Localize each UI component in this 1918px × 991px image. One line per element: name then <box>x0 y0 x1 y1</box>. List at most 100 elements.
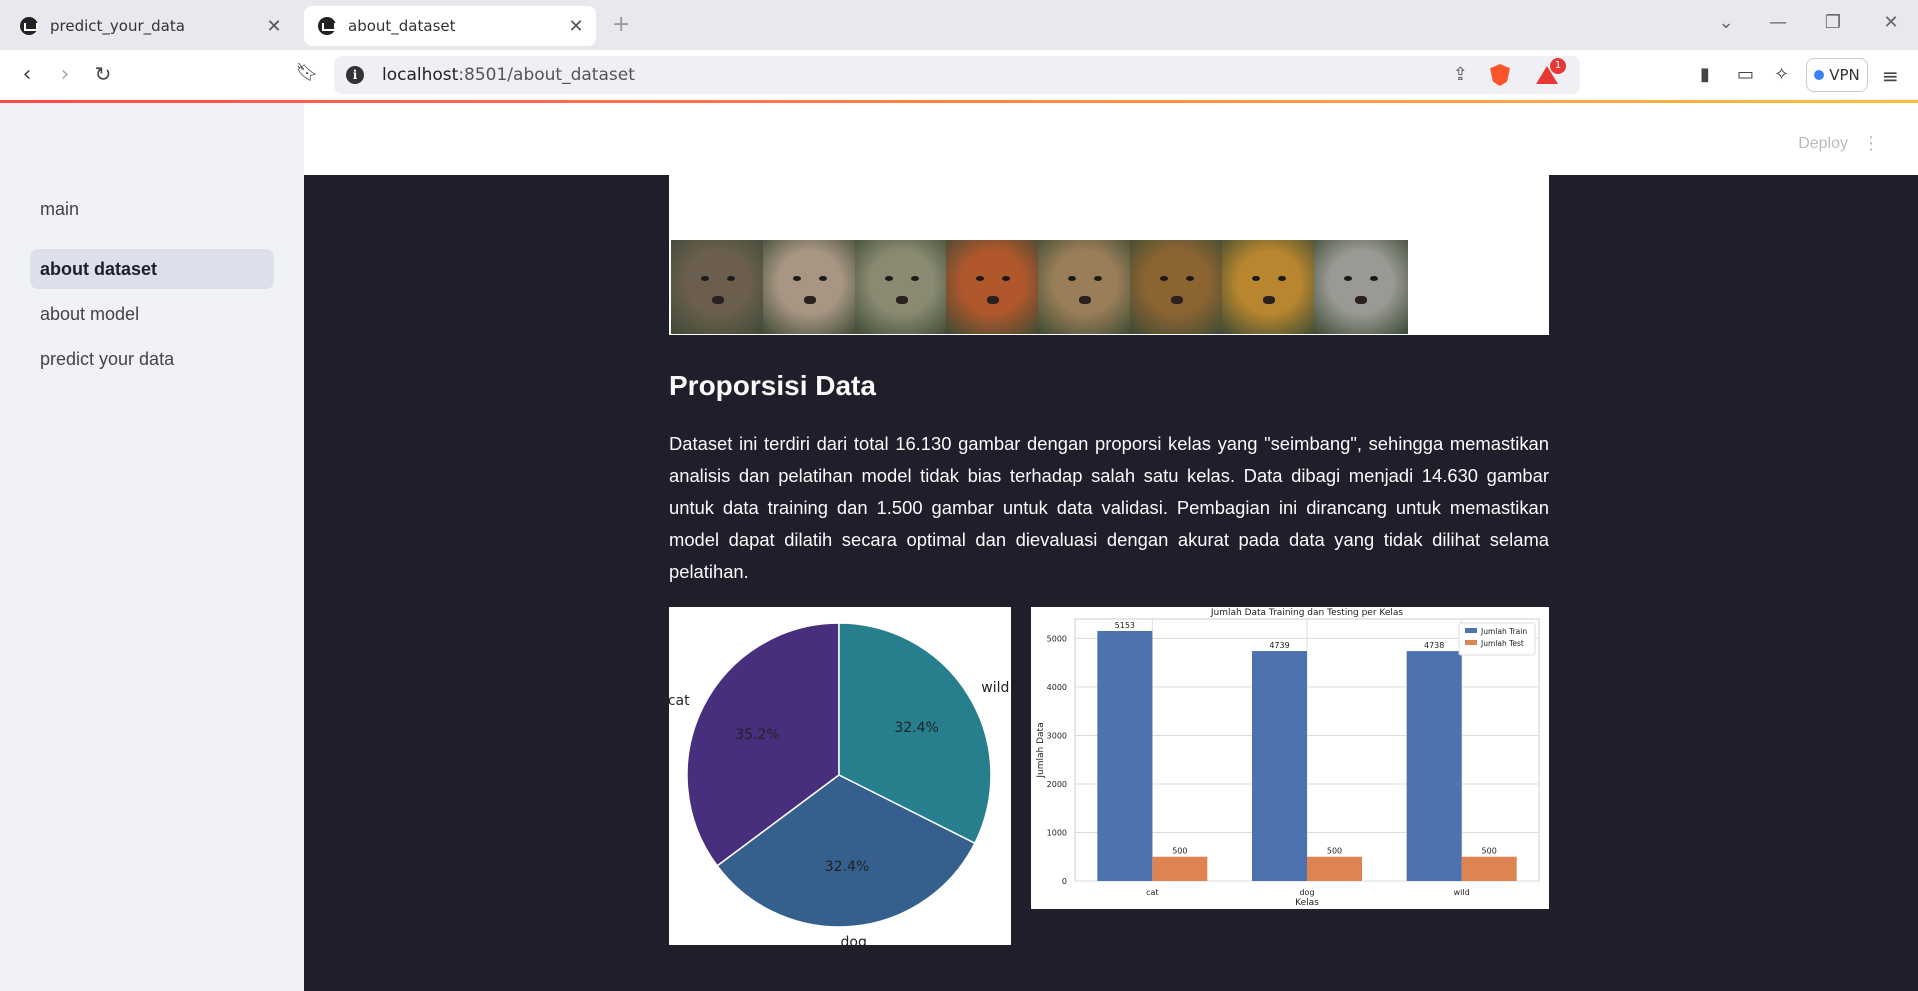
pie-percent-label: 35.2% <box>735 727 779 743</box>
pie-percent-label: 32.4% <box>894 720 938 736</box>
close-tab-icon[interactable]: ✕ <box>260 16 288 37</box>
bar-wild-test <box>1461 856 1517 881</box>
section-title: Proporsisi Data <box>669 370 876 401</box>
bar-value-label: 500 <box>1172 847 1187 856</box>
thumbnail-detail <box>727 276 735 281</box>
main-content: Proporsisi Data Dataset ini terdiri dari… <box>304 175 1918 991</box>
bar-cat-train <box>1097 630 1153 881</box>
thumbnail-detail <box>1171 296 1183 304</box>
thumbnail-detail <box>1094 276 1103 281</box>
pie-category-label: dog <box>841 935 867 945</box>
y-tick-label: 2000 <box>1047 780 1067 789</box>
menu-icon[interactable]: ≡ <box>1882 64 1899 88</box>
streamlit-crown-icon <box>20 17 38 35</box>
y-tick-label: 1000 <box>1047 828 1067 837</box>
thumbnail-detail <box>976 276 985 281</box>
tab-bar: predict_your_data ✕ about_dataset ✕ + ⌄ … <box>0 0 1918 50</box>
train-test-bar-chart: Jumlah Data Training dan Testing per Kel… <box>1031 607 1549 909</box>
bar-chart-title: Jumlah Data Training dan Testing per Kel… <box>1210 608 1404 618</box>
back-icon[interactable]: ‹ <box>12 62 42 87</box>
share-icon[interactable]: ⇪ <box>1453 64 1468 85</box>
pie-category-label: cat <box>669 693 690 709</box>
thumbnail-detail <box>818 276 827 281</box>
main-menu-icon[interactable]: ⋮ <box>1862 133 1880 154</box>
url-text: localhost:8501/about_dataset <box>382 65 635 85</box>
sidebar: main about dataset about model predict y… <box>0 103 304 991</box>
thumbnail-detail <box>1369 276 1378 281</box>
minimize-icon[interactable]: — <box>1763 12 1793 33</box>
new-tab-icon[interactable]: + <box>612 12 630 37</box>
thumbnail-detail <box>910 276 919 281</box>
tab-title: predict_your_data <box>50 17 185 35</box>
thumbnail-detail <box>884 276 893 281</box>
site-info-icon[interactable]: i <box>346 66 364 84</box>
animal-thumbnail-lioness-2 <box>1221 240 1316 334</box>
legend-label: Jumlah Test <box>1480 639 1524 648</box>
x-tick-label: wild <box>1454 888 1470 897</box>
vpn-button[interactable]: VPN <box>1806 58 1868 92</box>
y-axis-label: Jumlah Data <box>1036 722 1046 778</box>
reload-icon[interactable]: ↻ <box>88 62 118 86</box>
sidebar-item-main[interactable]: main <box>30 189 274 229</box>
browser-toolbar: ‹ › ↻ 🔖︎ i localhost:8501/about_dataset … <box>0 50 1918 100</box>
bar-chart-svg: Jumlah Data Training dan Testing per Kel… <box>1036 608 1540 908</box>
animal-thumbnail-fox <box>946 240 1041 334</box>
x-axis-label: Kelas <box>1295 898 1319 908</box>
address-bar[interactable]: i localhost:8501/about_dataset ⇪ 1 <box>334 56 1580 94</box>
app-header: Deploy ⋮ <box>304 103 1918 175</box>
thumbnail-detail <box>1079 296 1092 304</box>
tab-about-dataset[interactable]: about_dataset ✕ <box>304 6 596 46</box>
sidebar-item-about-model[interactable]: about model <box>30 294 274 334</box>
leo-ai-icon[interactable]: ✧ <box>1774 64 1789 85</box>
bar-dog-train <box>1252 651 1307 881</box>
legend-swatch <box>1465 628 1477 633</box>
y-tick-label: 4000 <box>1047 683 1067 692</box>
animal-thumbnail-wolf <box>671 240 765 334</box>
thumbnail-detail <box>792 276 801 281</box>
sidebar-item-predict-your-data[interactable]: predict your data <box>30 339 274 379</box>
pie-chart-svg: 35.2% cat 32.4% dog 32.4% wild <box>668 622 1009 951</box>
bar-wild-train <box>1406 651 1462 881</box>
animal-thumbnail-lion-cub <box>1038 240 1133 334</box>
thumbnail-detail <box>1354 296 1367 304</box>
forward-icon[interactable]: › <box>50 62 80 87</box>
y-tick-label: 3000 <box>1047 731 1067 740</box>
thumbnail-detail <box>701 276 709 281</box>
bar-value-label: 500 <box>1327 847 1342 856</box>
close-tab-icon[interactable]: ✕ <box>562 16 590 37</box>
thumbnail-detail <box>1251 276 1260 281</box>
vpn-status-icon <box>1814 70 1825 80</box>
tab-title: about_dataset <box>348 17 456 35</box>
thumbnail-detail <box>1068 276 1077 281</box>
bar-value-label: 500 <box>1482 847 1497 856</box>
thumbnail-detail <box>1262 296 1275 304</box>
thumbnail-detail <box>1002 276 1011 281</box>
x-tick-label: dog <box>1299 888 1314 897</box>
legend-label: Jumlah Train <box>1480 627 1527 636</box>
animal-image-gallery <box>669 175 1549 335</box>
bar-value-label: 5153 <box>1115 621 1135 630</box>
tab-predict-your-data[interactable]: predict_your_data ✕ <box>6 6 294 46</box>
wallet-icon[interactable]: ▭ <box>1737 64 1754 85</box>
y-tick-label: 0 <box>1062 877 1067 886</box>
notification-badge: 1 <box>1550 58 1566 74</box>
bar-value-label: 4739 <box>1269 641 1289 650</box>
bookmark-icon[interactable]: 🔖︎ <box>292 62 322 83</box>
close-window-icon[interactable]: ✕ <box>1876 12 1906 33</box>
legend-swatch <box>1465 640 1477 645</box>
streamlit-crown-icon <box>318 17 336 35</box>
brave-shields-icon[interactable] <box>1490 64 1510 86</box>
pie-percent-label: 32.4% <box>825 859 869 875</box>
tab-list-chevron-icon[interactable]: ⌄ <box>1711 12 1741 33</box>
restore-icon[interactable]: ❐ <box>1818 12 1848 33</box>
deploy-button[interactable]: Deploy <box>1798 135 1848 153</box>
thumbnail-detail <box>1160 276 1168 281</box>
animal-thumbnail-lion <box>1130 240 1224 334</box>
x-tick-label: cat <box>1146 888 1158 897</box>
thumbnail-detail <box>987 296 1000 304</box>
sidebar-toggle-icon[interactable]: ▮ <box>1700 64 1710 85</box>
description-paragraph: Dataset ini terdiri dari total 16.130 ga… <box>669 433 1549 582</box>
sidebar-item-about-dataset[interactable]: about dataset <box>30 249 274 289</box>
class-proportion-pie-chart: 35.2% cat 32.4% dog 32.4% wild <box>668 607 1011 951</box>
thumbnail-detail <box>895 296 908 304</box>
